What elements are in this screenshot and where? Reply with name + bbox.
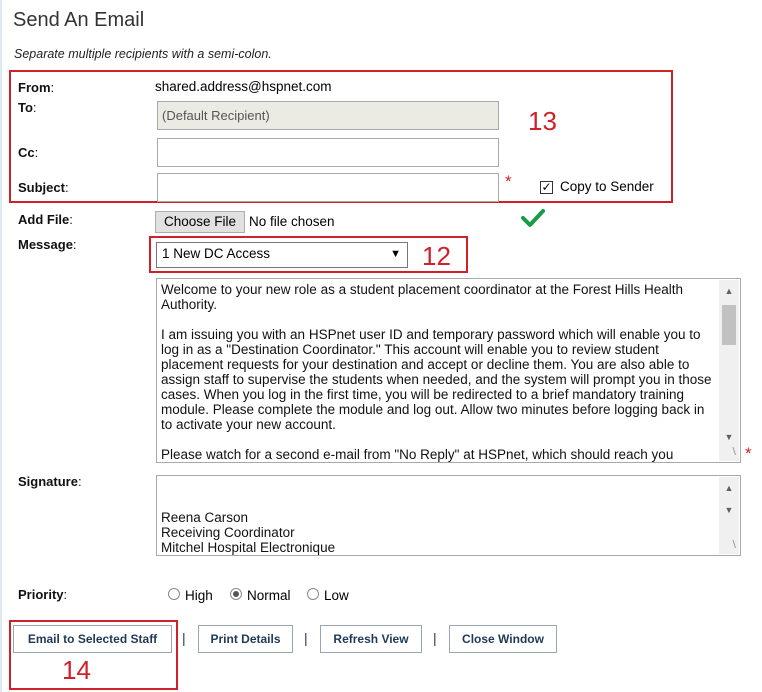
annotation-number-13: 13 <box>528 106 557 136</box>
scroll-up-icon[interactable]: ▲ <box>719 481 739 496</box>
message-label: Message: <box>18 237 77 252</box>
recipients-hint: Separate multiple recipients with a semi… <box>14 47 272 61</box>
priority-low-radio[interactable] <box>307 588 319 600</box>
refresh-view-button[interactable]: Refresh View <box>320 625 422 653</box>
scroll-up-icon[interactable]: ▲ <box>719 284 739 299</box>
signature-label: Signature: <box>18 474 82 489</box>
annotation-number-12: 12 <box>422 241 451 271</box>
add-file-label: Add File: <box>18 212 73 227</box>
subject-required-marker: * <box>505 172 512 191</box>
from-label: From: <box>18 80 55 95</box>
close-window-button[interactable]: Close Window <box>449 625 557 653</box>
email-to-selected-staff-button[interactable]: Email to Selected Staff <box>13 625 172 653</box>
annotation-number-14: 14 <box>62 655 91 685</box>
priority-label: Priority: <box>18 587 68 602</box>
to-field[interactable]: (Default Recipient) <box>157 101 499 130</box>
priority-high-label[interactable]: High <box>185 588 213 603</box>
message-body-textarea[interactable]: Welcome to your new role as a student pl… <box>156 278 741 463</box>
cc-field[interactable] <box>157 138 499 167</box>
message-scrollbar[interactable]: ▲ ▼ <box>719 280 739 461</box>
message-template-value: 1 New DC Access <box>162 246 271 261</box>
priority-high-radio[interactable] <box>168 588 180 600</box>
background-edge <box>0 0 2 692</box>
resize-grip-icon[interactable]: ∖ <box>731 538 737 553</box>
choose-file-button[interactable]: Choose File <box>155 211 246 233</box>
dialog-title: Send An Email <box>13 9 145 31</box>
message-required-marker: * <box>745 444 752 463</box>
button-separator: | <box>182 630 186 646</box>
signature-textarea[interactable]: Reena Carson Receiving Coordinator Mitch… <box>156 475 741 556</box>
no-file-chosen-text: No file chosen <box>249 214 335 229</box>
checkbox-checked-icon: ✓ <box>541 180 552 194</box>
priority-normal-radio[interactable] <box>230 588 242 600</box>
cc-label: Cc: <box>18 145 39 160</box>
message-scroll-thumb[interactable] <box>722 305 736 345</box>
copy-to-sender-label[interactable]: Copy to Sender <box>560 179 654 194</box>
message-body-text: Welcome to your new role as a student pl… <box>161 282 712 462</box>
message-template-select[interactable]: 1 New DC Access ▼ <box>156 242 408 268</box>
green-checkmark-icon <box>521 209 545 227</box>
button-separator: | <box>433 630 437 646</box>
subject-label: Subject: <box>18 180 69 195</box>
button-separator: | <box>304 630 308 646</box>
dropdown-arrow-icon: ▼ <box>390 248 401 260</box>
scroll-down-icon[interactable]: ▼ <box>719 503 739 518</box>
subject-field[interactable] <box>157 173 499 202</box>
signature-text: Reena Carson Receiving Coordinator Mitch… <box>161 510 336 555</box>
to-label: To: <box>18 100 37 115</box>
print-details-button[interactable]: Print Details <box>198 625 293 653</box>
priority-normal-label[interactable]: Normal <box>247 588 291 603</box>
resize-grip-icon[interactable]: ∖ <box>731 445 737 460</box>
priority-low-label[interactable]: Low <box>324 588 349 603</box>
from-value: shared.address@hspnet.com <box>155 79 332 94</box>
scroll-down-icon[interactable]: ▼ <box>719 430 739 445</box>
copy-to-sender-checkbox[interactable]: ✓ <box>540 181 553 194</box>
